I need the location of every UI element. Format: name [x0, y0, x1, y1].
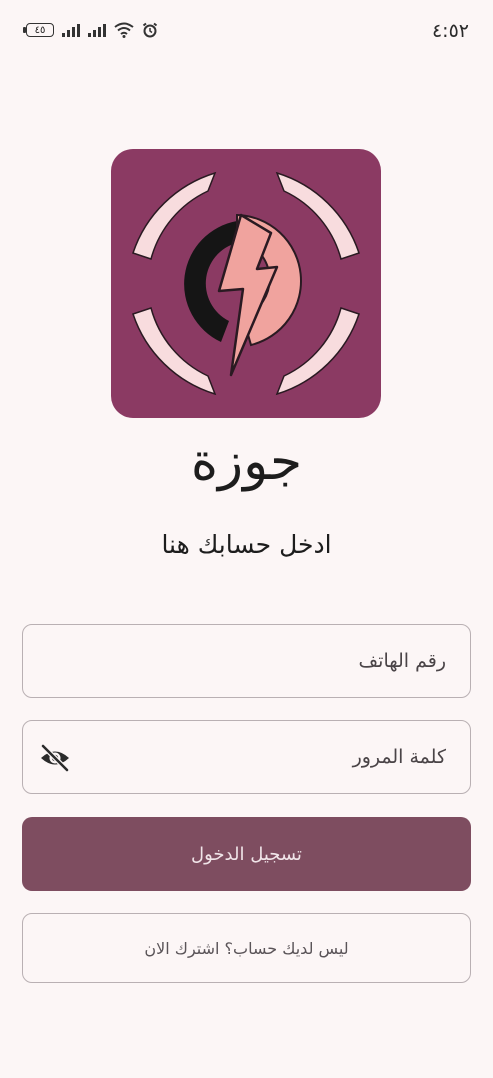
phone-field[interactable] [22, 624, 471, 698]
phone-input[interactable] [23, 625, 470, 697]
lightning-logo-icon [132, 171, 360, 396]
eye-off-icon[interactable] [39, 743, 71, 773]
signup-button[interactable]: ليس لديك حساب؟ اشترك الان [22, 913, 471, 983]
signal-icon [88, 23, 106, 37]
battery-level: ٤٥ [34, 24, 46, 36]
status-icons: ٤٥ [23, 22, 158, 38]
password-field[interactable] [22, 720, 471, 794]
password-input[interactable] [23, 721, 470, 793]
login-button[interactable]: تسجيل الدخول [22, 817, 471, 891]
battery-icon: ٤٥ [23, 23, 54, 37]
login-subtitle: ادخل حسابك هنا [161, 530, 332, 559]
signal-icon [62, 23, 80, 37]
status-time: ٤:٥٢ [431, 20, 469, 42]
app-title: جوزة [190, 432, 303, 492]
wifi-icon [114, 22, 134, 38]
app-logo [111, 149, 381, 418]
status-bar: ٤٥ ٤:٥٢ [0, 0, 493, 64]
alarm-icon [142, 22, 158, 38]
